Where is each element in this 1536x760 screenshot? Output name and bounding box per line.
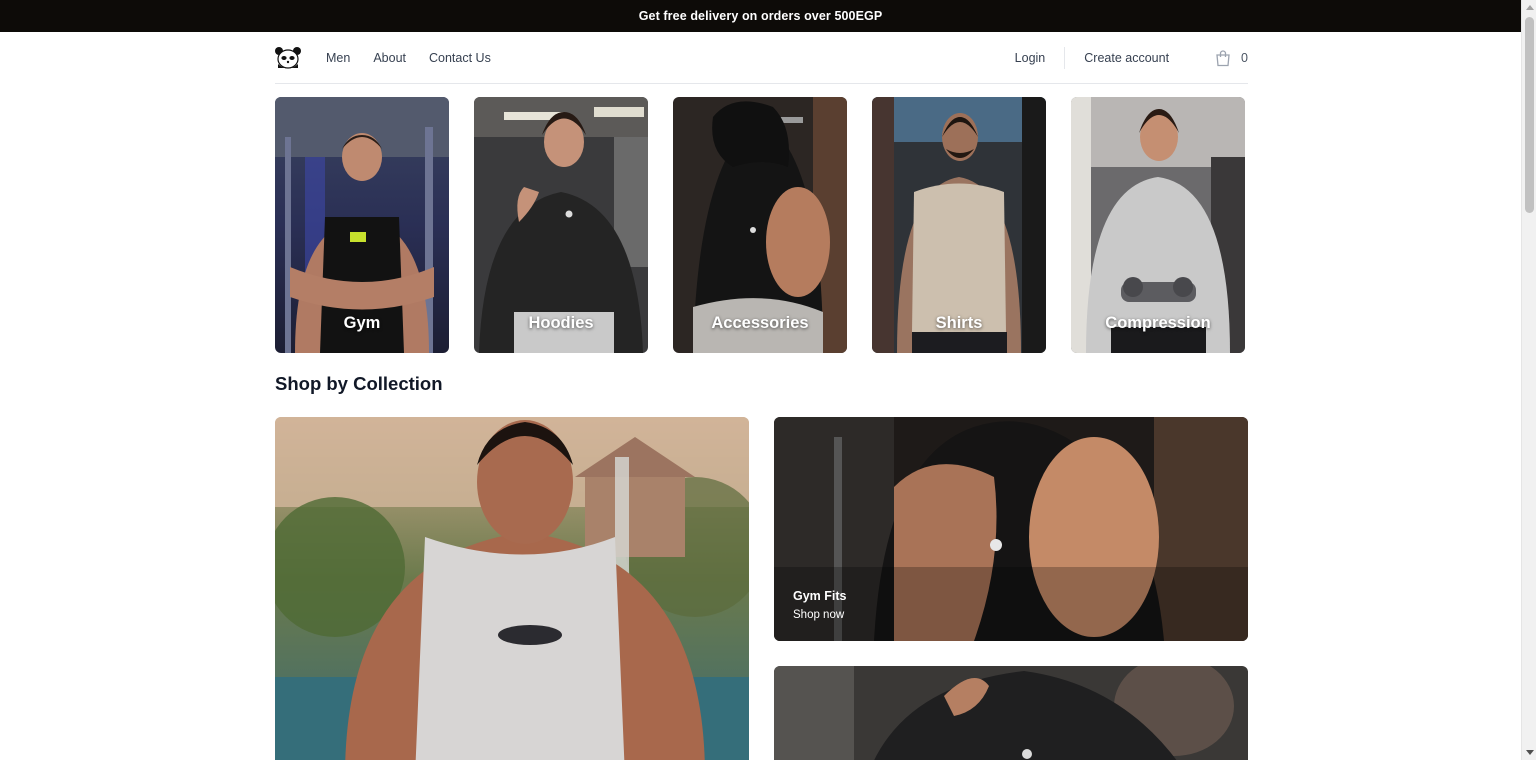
category-label: Compression <box>1105 314 1211 332</box>
section-title: Shop by Collection <box>275 373 443 394</box>
category-tile-accessories[interactable]: Accessories <box>673 97 847 353</box>
category-tiles: Gym Hoodies Accessories Shirts Compressi… <box>275 97 1245 353</box>
category-label: Shirts <box>935 314 983 332</box>
collection-title: Gym Fits <box>793 589 847 603</box>
nav-contact-us[interactable]: Contact Us <box>429 51 491 65</box>
shopping-bag-icon <box>1216 49 1230 66</box>
cart-button[interactable]: 0 <box>1214 49 1248 67</box>
category-tile-gym[interactable]: Gym <box>275 97 449 353</box>
scrollbar-thumb[interactable] <box>1525 17 1534 213</box>
collection-photo <box>275 417 749 760</box>
category-label: Hoodies <box>528 314 594 332</box>
announcement-text: Get free delivery on orders over 500EGP <box>638 9 883 23</box>
announcement-bar: Get free delivery on orders over 500EGP <box>0 0 1521 32</box>
header-divider <box>1064 46 1066 69</box>
cart-count: 0 <box>1241 50 1248 65</box>
category-label: Accessories <box>711 314 809 332</box>
shop-now-link[interactable]: Shop now <box>793 609 847 621</box>
page-scrollbar[interactable] <box>1521 0 1536 760</box>
account-area: Login Create account 0 <box>1015 32 1248 83</box>
nav-men[interactable]: Men <box>326 51 350 65</box>
collection-photo <box>774 666 1248 760</box>
collection-card-hoodies[interactable] <box>774 666 1248 760</box>
main-nav: Men About Contact Us <box>326 51 514 65</box>
category-tile-shirts[interactable]: Shirts <box>872 97 1046 353</box>
collection-card-gym-fits[interactable]: Gym Fits Shop now <box>774 417 1248 641</box>
collection-card-featured[interactable] <box>275 417 749 760</box>
nav-about[interactable]: About <box>373 51 406 65</box>
category-label: Gym <box>343 314 381 332</box>
create-account-link[interactable]: Create account <box>1084 51 1169 65</box>
panda-logo-icon <box>275 46 301 69</box>
collection-caption: Gym Fits Shop now <box>793 589 847 621</box>
scroll-up-arrow-icon[interactable] <box>1522 0 1536 15</box>
site-header: Men About Contact Us Login Create accoun… <box>275 32 1248 84</box>
category-tile-compression[interactable]: Compression <box>1071 97 1245 353</box>
category-tile-hoodies[interactable]: Hoodies <box>474 97 648 353</box>
scroll-down-arrow-icon[interactable] <box>1522 745 1536 760</box>
login-link[interactable]: Login <box>1015 51 1046 65</box>
logo-link[interactable] <box>275 46 301 69</box>
